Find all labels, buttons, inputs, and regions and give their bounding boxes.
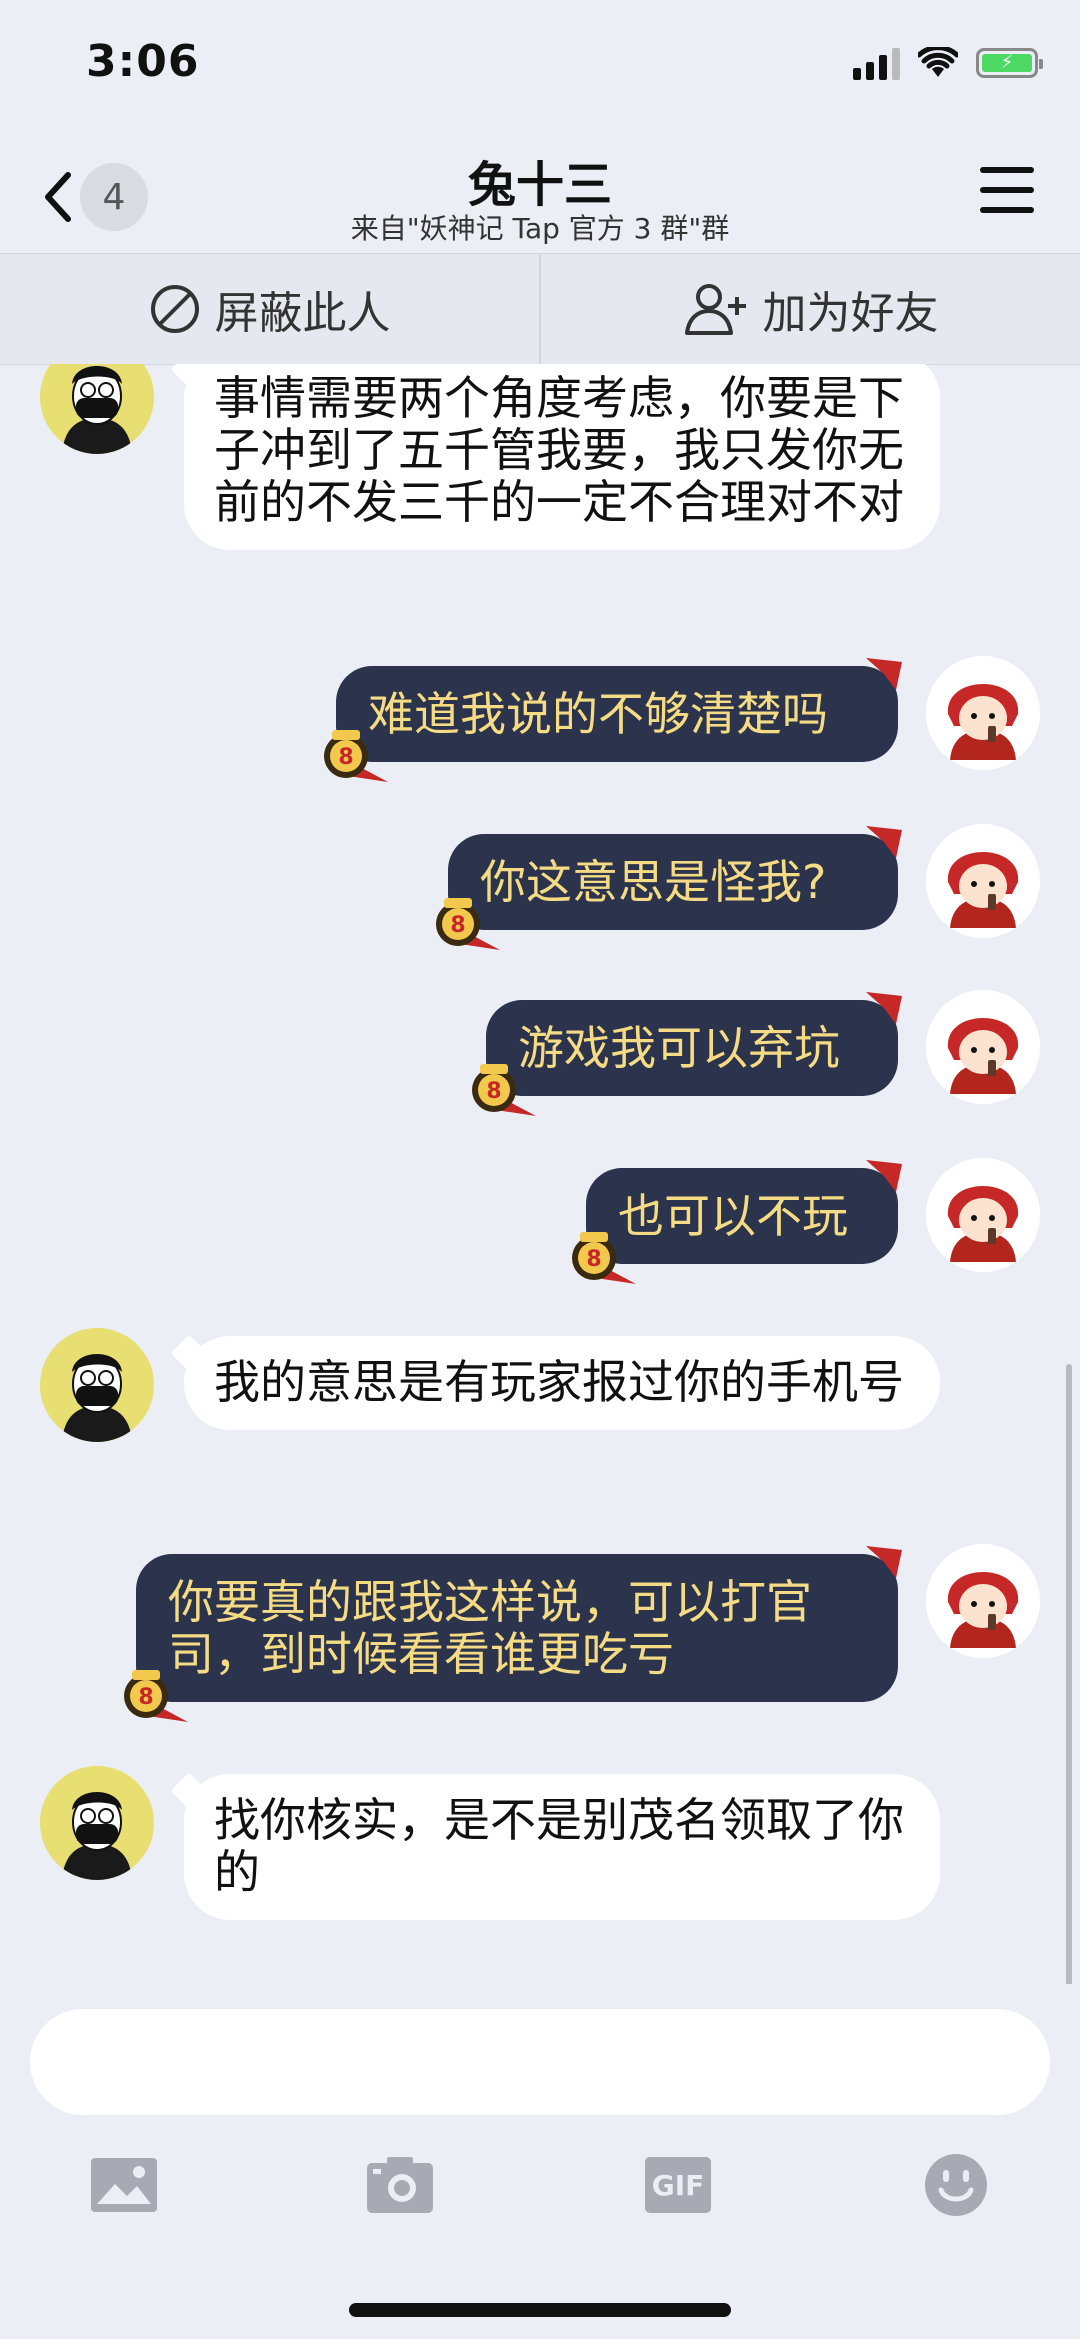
add-friend-icon <box>684 284 746 335</box>
svg-text:8: 8 <box>450 913 465 938</box>
incoming-message-bubble[interactable]: 我的意思是有玩家报过你的手机号 <box>184 1336 940 1430</box>
ribbon-badge-icon <box>866 826 902 858</box>
menu-icon[interactable] <box>980 167 1034 213</box>
status-time: 3:06 <box>86 36 200 87</box>
camera-icon <box>367 2157 433 2213</box>
contact-avatar[interactable] <box>40 364 154 454</box>
block-user-label: 屏蔽此人 <box>214 288 391 339</box>
svg-text:8: 8 <box>486 1079 501 1104</box>
ribbon-badge-icon <box>866 1160 902 1192</box>
my-avatar[interactable] <box>926 1158 1040 1272</box>
nav-header: 4 兔十三 来自"妖神记 Tap 官方 3 群"群 <box>0 135 1080 253</box>
block-icon <box>150 285 199 333</box>
composer: GIF <box>0 1985 1080 2339</box>
svg-text:8: 8 <box>138 1685 153 1710</box>
action-bar: 屏蔽此人 加为好友 <box>0 253 1080 365</box>
chat-scrollbar[interactable] <box>1066 1364 1072 1984</box>
signal-icon <box>853 46 900 80</box>
contact-avatar[interactable] <box>40 1766 154 1880</box>
image-icon <box>91 2158 157 2212</box>
outgoing-message-bubble[interactable]: 你要真的跟我这样说，可以打官司，到时候看看谁更吃亏 <box>136 1554 898 1702</box>
add-friend-button[interactable]: 加为好友 <box>541 254 1080 364</box>
add-friend-label: 加为好友 <box>762 288 939 339</box>
ribbon-badge-icon <box>866 1546 902 1578</box>
home-indicator <box>349 2303 731 2317</box>
ribbon-badge-icon <box>866 992 902 1024</box>
block-user-button[interactable]: 屏蔽此人 <box>0 254 539 364</box>
vip-badge-icon: 8 <box>572 1232 636 1284</box>
my-avatar[interactable] <box>926 656 1040 770</box>
status-icons: ⚡ <box>853 46 1043 80</box>
svg-text:8: 8 <box>338 745 353 770</box>
gif-label: GIF <box>651 2168 705 2202</box>
page-subtitle: 来自"妖神记 Tap 官方 3 群"群 <box>350 212 730 245</box>
page-title: 兔十三 <box>467 157 612 213</box>
battery-fill: ⚡ <box>982 54 1032 72</box>
battery-icon: ⚡ <box>976 48 1043 78</box>
message-input[interactable] <box>30 2009 1050 2115</box>
chat-area[interactable]: 事情需要两个角度考虑，你要是下子冲到了五千管我要，我只发你无前的不发三千的一定不… <box>0 364 1080 1984</box>
svg-text:8: 8 <box>586 1247 601 1272</box>
image-button[interactable] <box>84 2145 164 2225</box>
vip-badge-icon: 8 <box>472 1064 536 1116</box>
vip-badge-icon: 8 <box>436 898 500 950</box>
my-avatar[interactable] <box>926 1544 1040 1658</box>
vip-badge-icon: 8 <box>124 1670 188 1722</box>
incoming-message-bubble[interactable]: 找你核实，是不是别茂名领取了你的 <box>184 1774 940 1920</box>
emoji-button[interactable] <box>916 2145 996 2225</box>
incoming-message-bubble[interactable]: 事情需要两个角度考虑，你要是下子冲到了五千管我要，我只发你无前的不发三千的一定不… <box>184 364 940 550</box>
outgoing-message-bubble[interactable]: 难道我说的不够清楚吗 <box>336 666 898 762</box>
gif-button[interactable]: GIF <box>638 2145 718 2225</box>
my-avatar[interactable] <box>926 990 1040 1104</box>
composer-toolbar: GIF <box>0 2145 1080 2245</box>
emoji-icon <box>925 2154 987 2216</box>
my-avatar[interactable] <box>926 824 1040 938</box>
outgoing-message-bubble[interactable]: 游戏我可以弃坑 <box>486 1000 898 1096</box>
ribbon-badge-icon <box>866 658 902 690</box>
camera-button[interactable] <box>360 2145 440 2225</box>
wifi-icon <box>918 47 958 77</box>
status-bar: 3:06 ⚡ <box>0 0 1080 135</box>
outgoing-message-bubble[interactable]: 你这意思是怪我? <box>448 834 898 930</box>
vip-badge-icon: 8 <box>324 730 388 782</box>
contact-avatar[interactable] <box>40 1328 154 1442</box>
